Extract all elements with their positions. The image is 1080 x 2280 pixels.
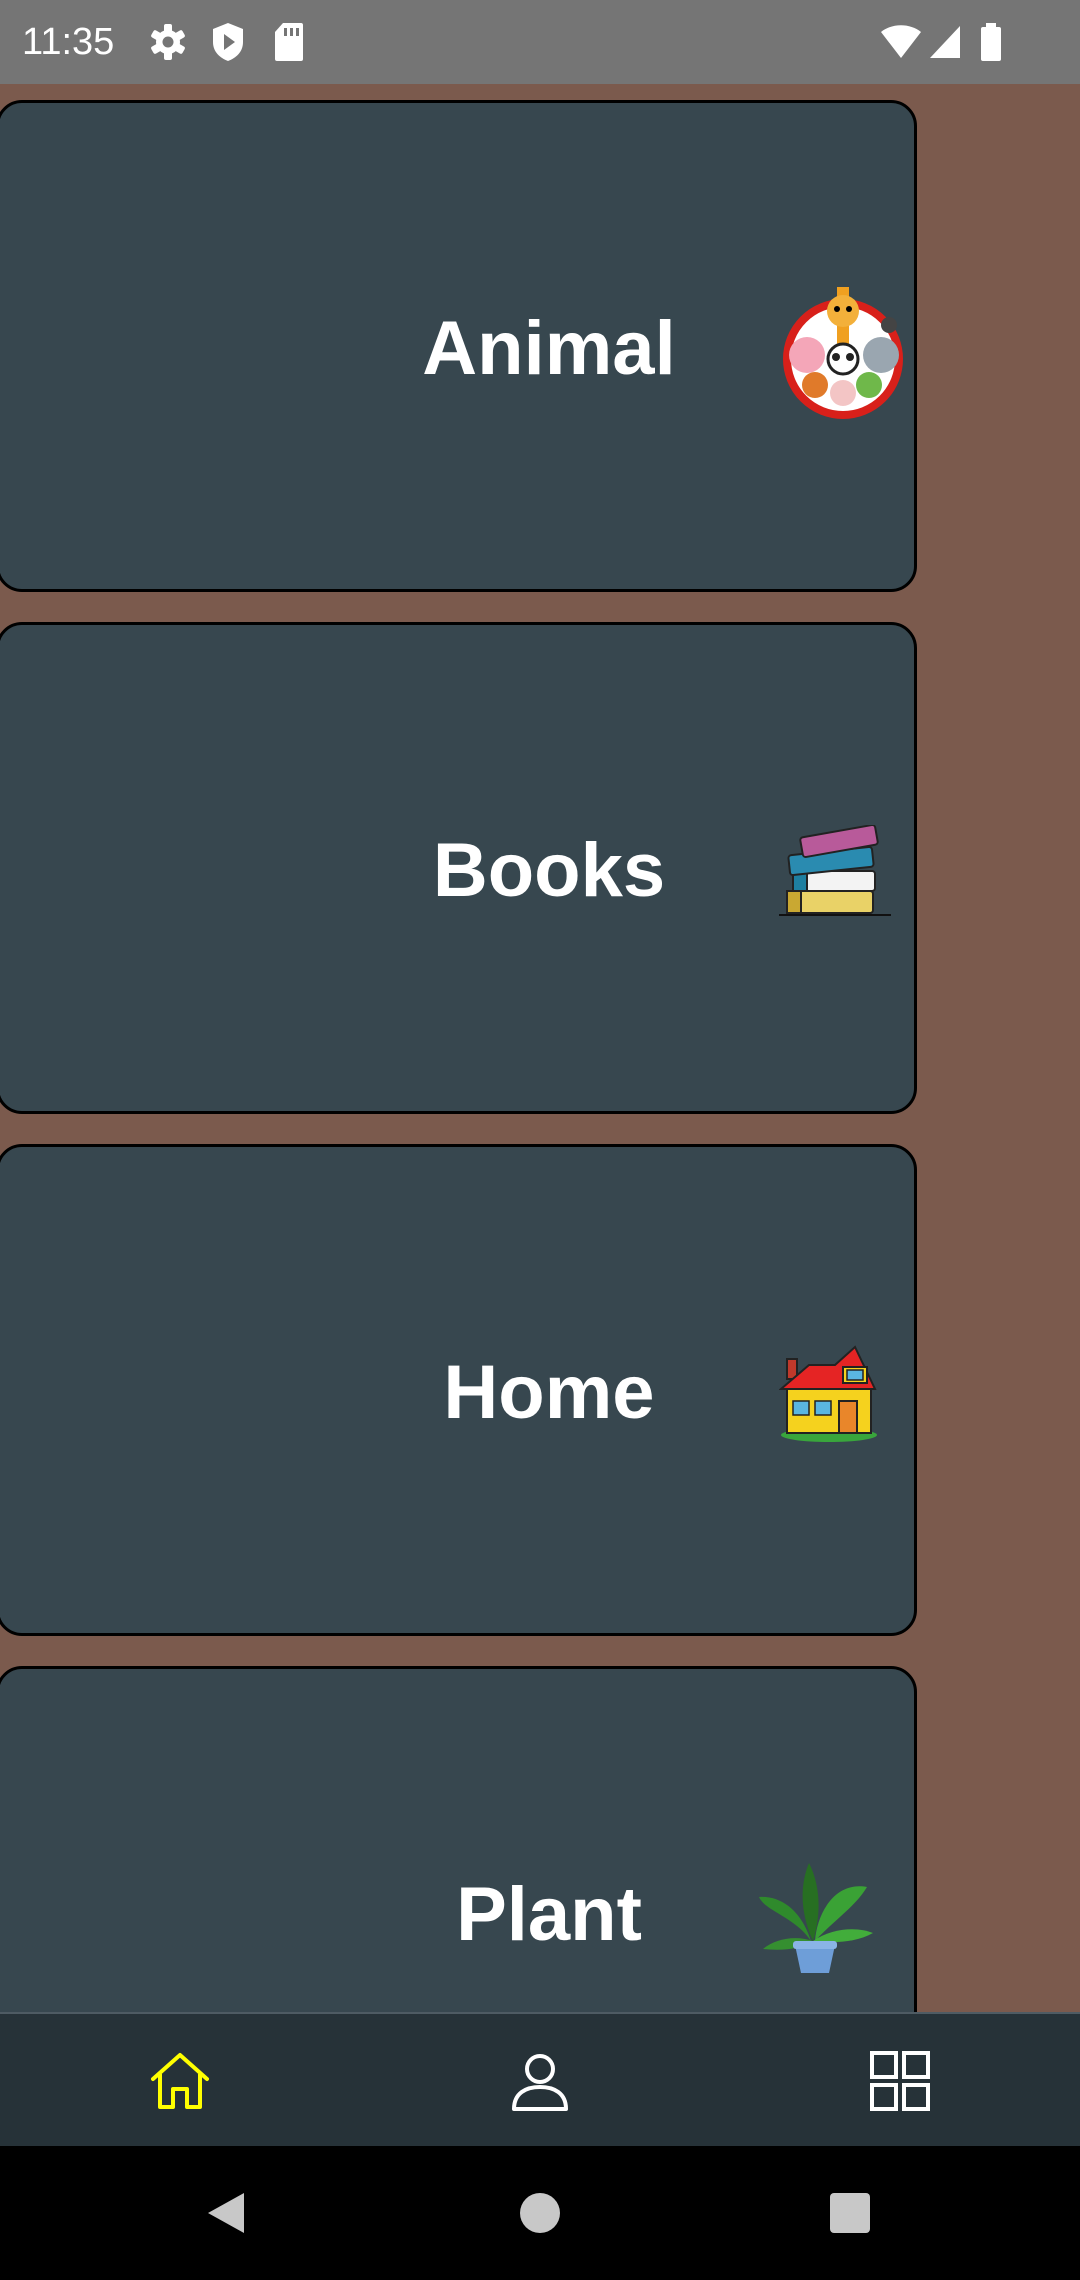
nav-profile-button[interactable] <box>360 2014 720 2148</box>
shield-play-icon <box>210 20 246 68</box>
back-button[interactable] <box>166 2146 286 2280</box>
back-triangle-icon <box>208 2193 244 2233</box>
status-bar: 11:35 <box>0 0 1080 84</box>
home-system-button[interactable] <box>480 2146 600 2280</box>
potted-plant-image <box>755 1857 875 1981</box>
battery-icon <box>978 20 1004 68</box>
status-time: 11:35 <box>22 21 115 63</box>
recents-button[interactable] <box>790 2146 910 2280</box>
category-card-books[interactable]: Books <box>0 622 917 1114</box>
home-icon <box>151 2053 209 2109</box>
category-card-animal[interactable]: Animal <box>0 100 917 592</box>
animal-group-image <box>773 281 913 425</box>
house-image <box>778 1343 877 1447</box>
bottom-navigation <box>0 2012 1080 2146</box>
system-navigation-bar <box>0 2146 1080 2280</box>
nav-home-button[interactable] <box>0 2014 360 2148</box>
books-stack-image <box>779 824 891 925</box>
home-circle-icon <box>520 2193 560 2233</box>
person-icon <box>512 2054 568 2111</box>
signal-icon <box>928 20 962 68</box>
category-list[interactable]: Animal Books Home Plant <box>0 84 1080 2012</box>
category-label: Animal <box>422 306 676 391</box>
category-label: Books <box>432 828 666 913</box>
gear-icon <box>148 20 188 68</box>
sd-card-icon <box>272 20 306 68</box>
recents-square-icon <box>830 2193 870 2233</box>
grid-icon <box>870 2051 930 2111</box>
category-card-plant[interactable]: Plant <box>0 1666 917 2012</box>
category-label: Plant <box>456 1872 642 1957</box>
wifi-icon <box>880 20 922 68</box>
category-label: Home <box>443 1350 655 1435</box>
nav-grid-button[interactable] <box>720 2014 1080 2148</box>
category-card-home[interactable]: Home <box>0 1144 917 1636</box>
